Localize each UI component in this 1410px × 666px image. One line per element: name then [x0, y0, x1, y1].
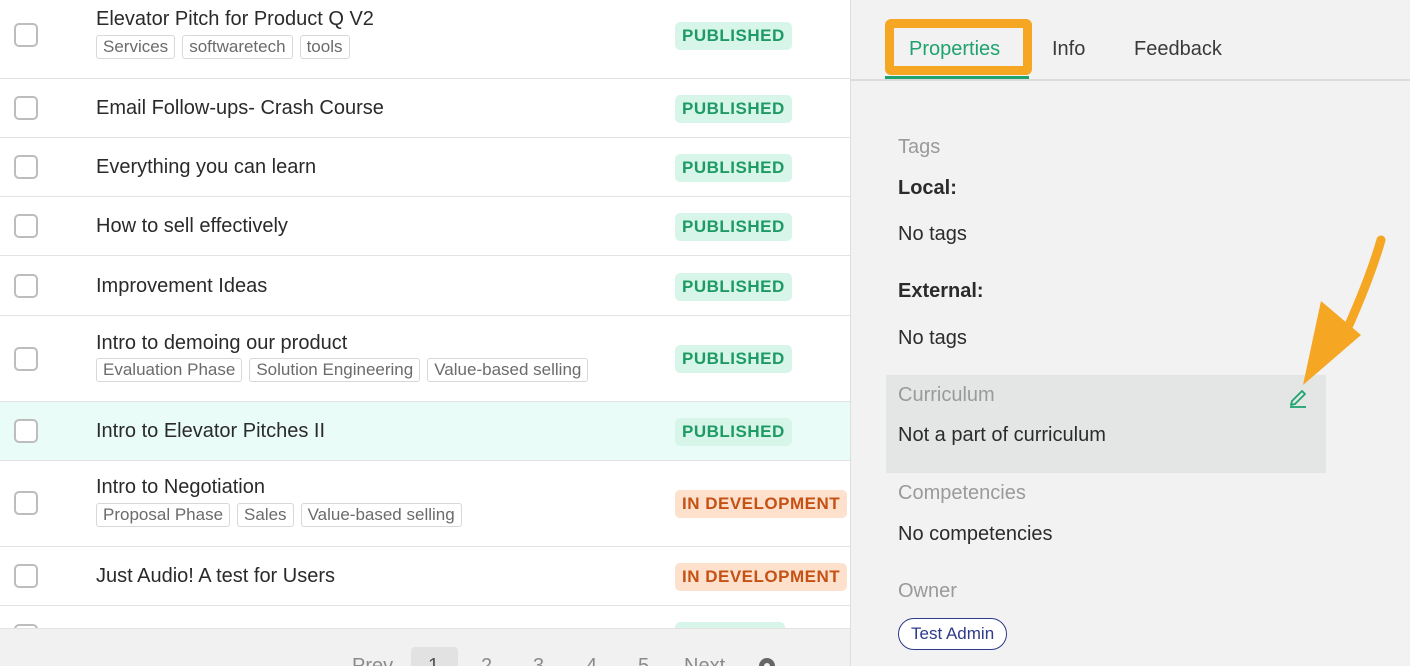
- row-title[interactable]: How to sell effectively: [96, 215, 288, 238]
- status-badge: PUBLISHED: [675, 345, 792, 373]
- status-badge: PUBLISHED: [675, 95, 792, 123]
- page-link-2[interactable]: 2: [481, 655, 492, 666]
- row-checkbox[interactable]: [14, 564, 38, 588]
- owner-label: Owner: [898, 580, 957, 602]
- table-row[interactable]: Email Follow-ups- Crash Course PUBLISHED: [0, 79, 850, 138]
- row-checkbox[interactable]: [14, 419, 38, 443]
- row-checkbox[interactable]: [14, 23, 38, 47]
- row-checkbox[interactable]: [14, 274, 38, 298]
- tag: tools: [299, 35, 350, 59]
- competencies-value: No competencies: [898, 523, 1053, 545]
- table-row[interactable]: Intro to Negotiation Proposal Phase Sale…: [0, 461, 850, 547]
- page-link-4[interactable]: 4: [586, 655, 597, 666]
- table-row[interactable]: Intro to Elevator Pitches II PUBLISHED: [0, 402, 850, 461]
- tag: Sales: [237, 503, 294, 527]
- tag: Services: [96, 35, 176, 59]
- tab-feedback[interactable]: Feedback: [1134, 38, 1222, 61]
- local-tags-value: No tags: [898, 223, 967, 245]
- status-badge: PUBLISHED: [675, 273, 792, 301]
- tab-bar-divider: [851, 79, 1410, 81]
- row-checkbox[interactable]: [14, 96, 38, 120]
- row-tags: Evaluation Phase Solution Engineering Va…: [96, 358, 589, 382]
- table-row[interactable]: Intro to demoing our product Evaluation …: [0, 316, 850, 402]
- table-row[interactable]: Elevator Pitch for Product Q V2 Services…: [0, 0, 850, 79]
- page-link-1[interactable]: 1: [428, 655, 439, 666]
- page-link-3[interactable]: 3: [533, 655, 544, 666]
- owner-chip[interactable]: Test Admin: [898, 618, 1008, 650]
- details-panel: Properties Info Feedback Tags Local: No …: [850, 0, 1410, 666]
- row-title[interactable]: Improvement Ideas: [96, 275, 267, 298]
- tag: Solution Engineering: [249, 358, 421, 382]
- status-badge: IN DEVELOPMENT: [675, 490, 848, 518]
- gear-icon[interactable]: [756, 655, 778, 666]
- status-badge: IN DEVELOPMENT: [675, 563, 848, 591]
- page-link-5[interactable]: 5: [638, 655, 649, 666]
- status-badge: PUBLISHED: [675, 154, 792, 182]
- row-title[interactable]: Intro to demoing our product: [96, 332, 347, 355]
- tag: Value-based selling: [300, 503, 462, 527]
- local-tags-label: Local:: [898, 177, 957, 199]
- next-page-link[interactable]: Next: [684, 655, 725, 666]
- status-badge: PUBLISHED: [675, 213, 792, 241]
- row-checkbox[interactable]: [14, 155, 38, 179]
- curriculum-label: Curriculum: [898, 384, 995, 406]
- prev-page-link[interactable]: Prev: [352, 655, 393, 666]
- course-list: Elevator Pitch for Product Q V2 Services…: [0, 0, 850, 666]
- callout-highlight: [885, 19, 1032, 75]
- external-tags-label: External:: [898, 280, 984, 302]
- callout-arrow-icon: [1303, 235, 1386, 385]
- status-badge: PUBLISHED: [675, 22, 792, 50]
- row-checkbox[interactable]: [14, 214, 38, 238]
- row-title[interactable]: Email Follow-ups- Crash Course: [96, 97, 384, 120]
- row-tags: Proposal Phase Sales Value-based selling: [96, 503, 462, 527]
- row-checkbox[interactable]: [14, 491, 38, 515]
- row-title[interactable]: Intro to Negotiation: [96, 476, 265, 499]
- row-title[interactable]: Just Audio! A test for Users: [96, 565, 335, 588]
- tag: Proposal Phase: [96, 503, 231, 527]
- tag: Value-based selling: [427, 358, 589, 382]
- row-title[interactable]: Everything you can learn: [96, 156, 316, 179]
- table-row[interactable]: Improvement Ideas PUBLISHED: [0, 256, 850, 316]
- status-badge: PUBLISHED: [675, 418, 792, 446]
- table-row[interactable]: How to sell effectively PUBLISHED: [0, 197, 850, 256]
- competencies-label: Competencies: [898, 482, 1026, 504]
- table-row[interactable]: Everything you can learn PUBLISHED: [0, 138, 850, 197]
- active-tab-indicator: [885, 76, 1029, 79]
- row-title[interactable]: Intro to Elevator Pitches II: [96, 420, 325, 443]
- tag: softwaretech: [182, 35, 293, 59]
- external-tags-value: No tags: [898, 327, 967, 349]
- curriculum-value: Not a part of curriculum: [898, 424, 1106, 446]
- tag: Evaluation Phase: [96, 358, 243, 382]
- tags-label: Tags: [898, 136, 941, 158]
- table-row[interactable]: Just Audio! A test for Users IN DEVELOPM…: [0, 547, 850, 606]
- row-title[interactable]: Elevator Pitch for Product Q V2: [96, 8, 374, 31]
- pagination-bar: Prev 1 2 3 4 5 Next: [0, 628, 850, 666]
- row-tags: Services softwaretech tools: [96, 35, 350, 59]
- row-checkbox[interactable]: [14, 347, 38, 371]
- tab-info[interactable]: Info: [1052, 38, 1085, 61]
